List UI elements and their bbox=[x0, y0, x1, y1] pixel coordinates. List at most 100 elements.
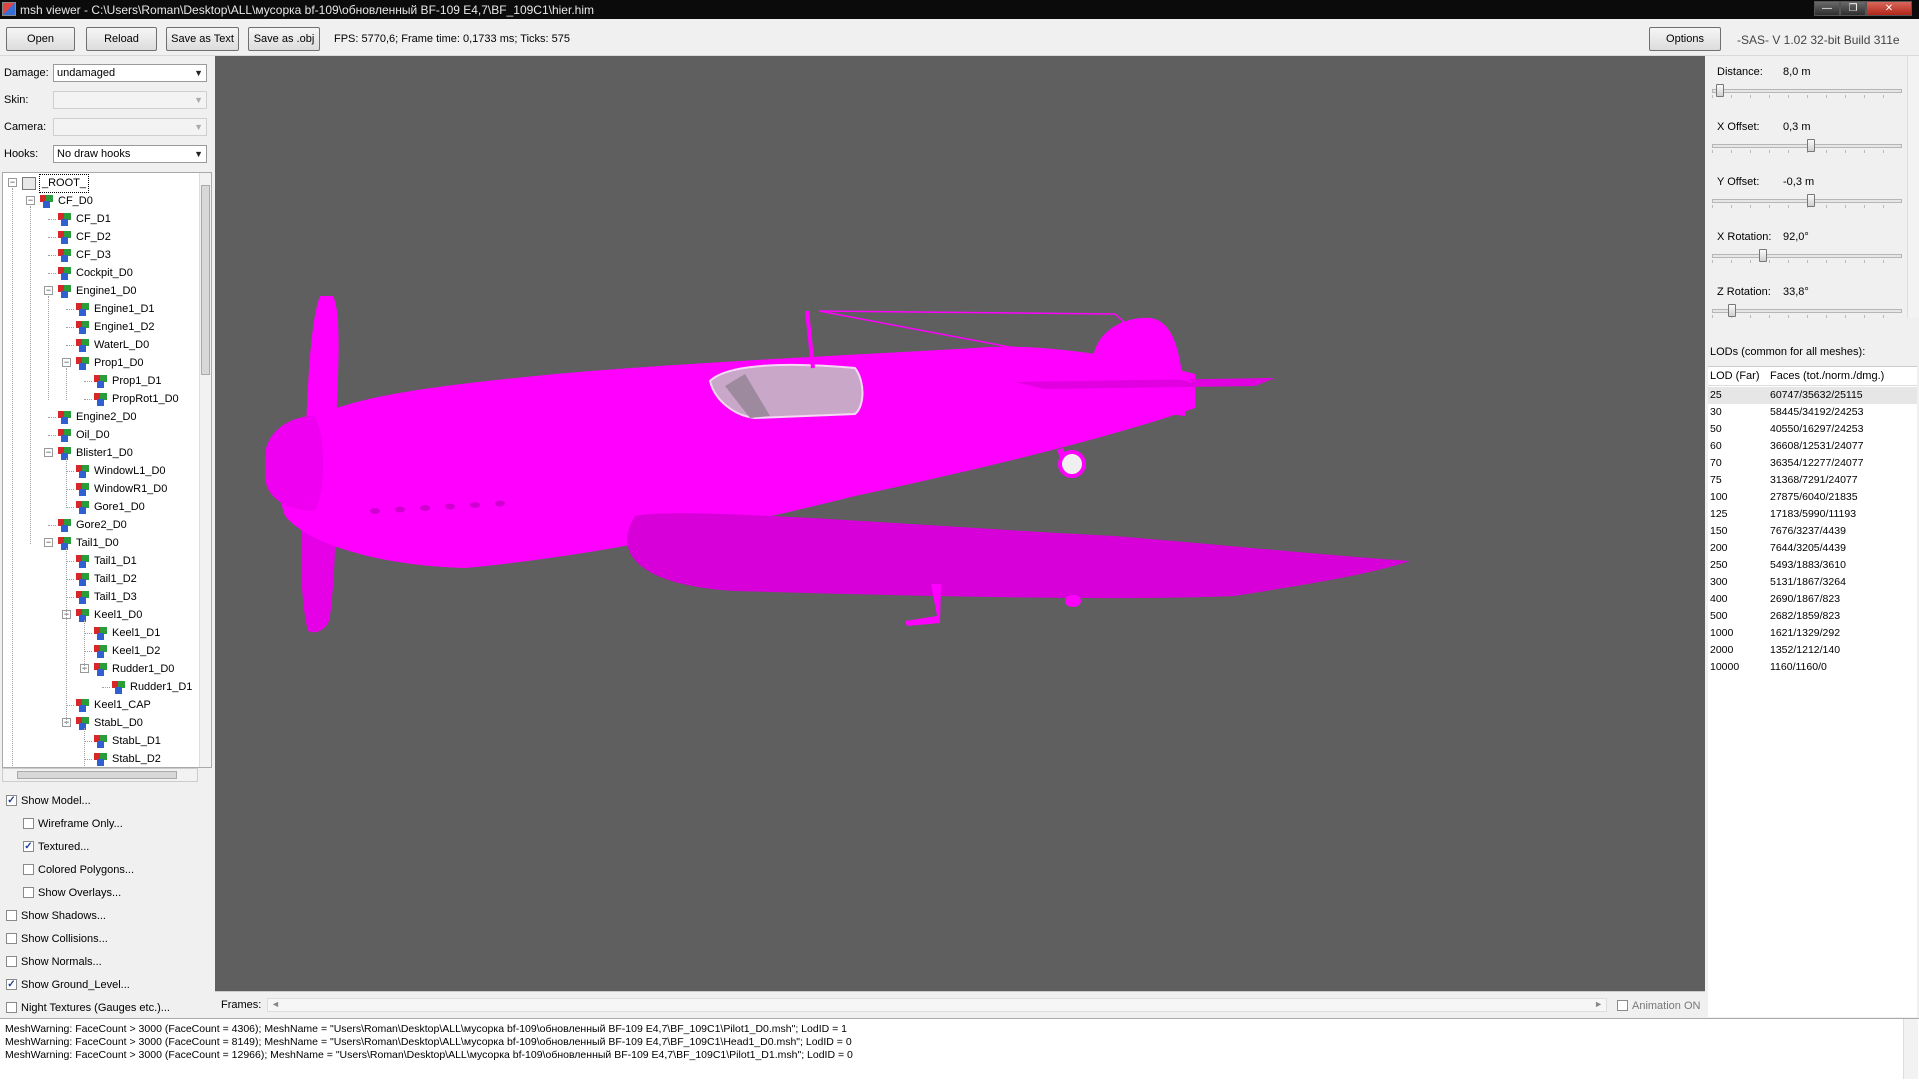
checkbox[interactable] bbox=[6, 933, 17, 944]
tree-node[interactable]: − _ROOT_ bbox=[3, 174, 197, 193]
tree-node[interactable]: Keel1_D2 bbox=[3, 643, 197, 660]
lod-row[interactable]: 60 36608/12531/24077 bbox=[1708, 438, 1917, 455]
lod-row[interactable]: 100 27875/6040/21835 bbox=[1708, 489, 1917, 506]
lod-row[interactable]: 2000 1352/1212/140 bbox=[1708, 642, 1917, 659]
checkbox[interactable]: ✓ bbox=[6, 979, 17, 990]
checkbox[interactable] bbox=[23, 864, 34, 875]
tree-node[interactable]: Tail1_D2 bbox=[3, 571, 197, 588]
tree-node[interactable]: WindowR1_D0 bbox=[3, 481, 197, 498]
lod-row[interactable]: 200 7644/3205/4439 bbox=[1708, 540, 1917, 557]
open-button[interactable]: Open bbox=[6, 27, 75, 51]
collapse-icon[interactable]: − bbox=[44, 538, 53, 547]
z-rotation-control-slider[interactable] bbox=[1712, 304, 1902, 318]
checkbox[interactable] bbox=[6, 1002, 17, 1013]
log-scrollbar[interactable] bbox=[1903, 1019, 1918, 1079]
tree-node[interactable]: Tail1_D3 bbox=[3, 589, 197, 606]
lod-row[interactable]: 75 31368/7291/24077 bbox=[1708, 472, 1917, 489]
x-rotation-control-slider[interactable] bbox=[1712, 249, 1902, 263]
reload-button[interactable]: Reload bbox=[86, 27, 157, 51]
tree-node[interactable]: Tail1_D1 bbox=[3, 553, 197, 570]
left-arrow-icon[interactable]: ◄ bbox=[271, 999, 280, 1009]
slider-thumb[interactable] bbox=[1728, 304, 1736, 317]
damage-select[interactable]: undamaged ▼ bbox=[53, 64, 207, 82]
tree-node[interactable]: Cockpit_D0 bbox=[3, 265, 197, 282]
tree-node[interactable]: − CF_D0 bbox=[3, 193, 197, 210]
tree-node[interactable]: CF_D1 bbox=[3, 211, 197, 228]
checkbox[interactable] bbox=[23, 887, 34, 898]
lod-row[interactable]: 400 2690/1867/823 bbox=[1708, 591, 1917, 608]
tree-node[interactable]: Engine1_D1 bbox=[3, 301, 197, 318]
hooks-select[interactable]: No draw hooks ▼ bbox=[53, 145, 207, 163]
model-viewport[interactable] bbox=[215, 56, 1705, 991]
minimize-button[interactable]: — bbox=[1814, 1, 1840, 16]
collapse-icon[interactable]: − bbox=[44, 448, 53, 457]
tree-node[interactable]: Keel1_CAP bbox=[3, 697, 197, 714]
tree-node[interactable]: Oil_D0 bbox=[3, 427, 197, 444]
close-button[interactable]: ✕ bbox=[1866, 1, 1912, 16]
col-lod-far[interactable]: LOD (Far) bbox=[1710, 370, 1760, 382]
lod-row[interactable]: 250 5493/1883/3610 bbox=[1708, 557, 1917, 574]
tree-node[interactable]: Prop1_D1 bbox=[3, 373, 197, 390]
slider-thumb[interactable] bbox=[1807, 194, 1815, 207]
lod-row[interactable]: 50 40550/16297/24253 bbox=[1708, 421, 1917, 438]
tree-node[interactable]: CF_D2 bbox=[3, 229, 197, 246]
frames-slider[interactable]: ◄ ► bbox=[267, 998, 1607, 1012]
lod-row[interactable]: 150 7676/3237/4439 bbox=[1708, 523, 1917, 540]
tree-node[interactable]: − Tail1_D0 bbox=[3, 535, 197, 552]
lod-row[interactable]: 1000 1621/1329/292 bbox=[1708, 625, 1917, 642]
collapse-icon[interactable]: − bbox=[26, 196, 35, 205]
scroll-thumb[interactable] bbox=[201, 185, 210, 375]
tree-node[interactable]: StabL_D2 bbox=[3, 751, 197, 767]
tree-node[interactable]: Engine1_D2 bbox=[3, 319, 197, 336]
camera-select[interactable]: ▼ bbox=[53, 118, 207, 136]
x-offset-control-slider[interactable] bbox=[1712, 139, 1902, 153]
tree-node[interactable]: − Engine1_D0 bbox=[3, 283, 197, 300]
skin-select[interactable]: ▼ bbox=[53, 91, 207, 109]
lod-row[interactable]: 25 60747/35632/25115 bbox=[1708, 387, 1917, 404]
tree-node[interactable]: Rudder1_D1 bbox=[3, 679, 197, 696]
tree-node[interactable]: − Blister1_D0 bbox=[3, 445, 197, 462]
lod-row[interactable]: 500 2682/1859/823 bbox=[1708, 608, 1917, 625]
lod-row[interactable]: 125 17183/5990/11193 bbox=[1708, 506, 1917, 523]
tree-node[interactable]: StabL_D1 bbox=[3, 733, 197, 750]
slider-thumb[interactable] bbox=[1807, 139, 1815, 152]
lod-row[interactable]: 30 58445/34192/24253 bbox=[1708, 404, 1917, 421]
lod-row[interactable]: 300 5131/1867/3264 bbox=[1708, 574, 1917, 591]
scroll-thumb[interactable] bbox=[17, 771, 177, 779]
checkbox[interactable]: ✓ bbox=[23, 841, 34, 852]
checkbox[interactable] bbox=[23, 818, 34, 829]
tree-node[interactable]: WindowL1_D0 bbox=[3, 463, 197, 480]
tree-horizontal-scrollbar[interactable] bbox=[2, 768, 198, 782]
tree-node[interactable]: − StabL_D0 bbox=[3, 715, 197, 732]
collapse-icon[interactable]: − bbox=[8, 178, 17, 187]
hierarchy-tree[interactable]: − _ROOT_ − CF_D0 CF_D1 CF_D2 CF_D3 Cockpit_D0− E… bbox=[2, 172, 212, 768]
lod-row[interactable]: 10000 1160/1160/0 bbox=[1708, 659, 1917, 676]
col-faces[interactable]: Faces (tot./norm./dmg.) bbox=[1770, 370, 1884, 382]
y-offset-control-slider[interactable] bbox=[1712, 194, 1902, 208]
slider-thumb[interactable] bbox=[1716, 84, 1724, 97]
tree-node[interactable]: Keel1_D1 bbox=[3, 625, 197, 642]
tree-node[interactable]: Engine2_D0 bbox=[3, 409, 197, 426]
animation-checkbox[interactable] bbox=[1617, 1000, 1628, 1011]
collapse-icon[interactable]: − bbox=[44, 286, 53, 295]
tree-vertical-scrollbar[interactable] bbox=[199, 173, 211, 767]
save-as-text-button[interactable]: Save as Text bbox=[166, 27, 239, 51]
checkbox[interactable]: ✓ bbox=[6, 795, 17, 806]
save-as-obj-button[interactable]: Save as .obj bbox=[248, 27, 320, 51]
options-button[interactable]: Options bbox=[1649, 27, 1721, 51]
tree-node[interactable]: Gore2_D0 bbox=[3, 517, 197, 534]
tree-node[interactable]: WaterL_D0 bbox=[3, 337, 197, 354]
tree-node[interactable]: PropRot1_D0 bbox=[3, 391, 197, 408]
tree-node[interactable]: − Keel1_D0 bbox=[3, 607, 197, 624]
maximize-button[interactable]: ❐ bbox=[1840, 1, 1866, 16]
tree-node[interactable]: − Prop1_D0 bbox=[3, 355, 197, 372]
lod-row[interactable]: 70 36354/12277/24077 bbox=[1708, 455, 1917, 472]
distance-control-slider[interactable] bbox=[1712, 84, 1902, 98]
tree-node[interactable]: Gore1_D0 bbox=[3, 499, 197, 516]
tree-node[interactable]: − Rudder1_D0 bbox=[3, 661, 197, 678]
lods-table[interactable]: LOD (Far) Faces (tot./norm./dmg.) 25 6074… bbox=[1708, 366, 1917, 1017]
right-arrow-icon[interactable]: ► bbox=[1594, 999, 1603, 1009]
checkbox[interactable] bbox=[6, 956, 17, 967]
collapse-icon[interactable]: − bbox=[62, 358, 71, 367]
checkbox[interactable] bbox=[6, 910, 17, 921]
